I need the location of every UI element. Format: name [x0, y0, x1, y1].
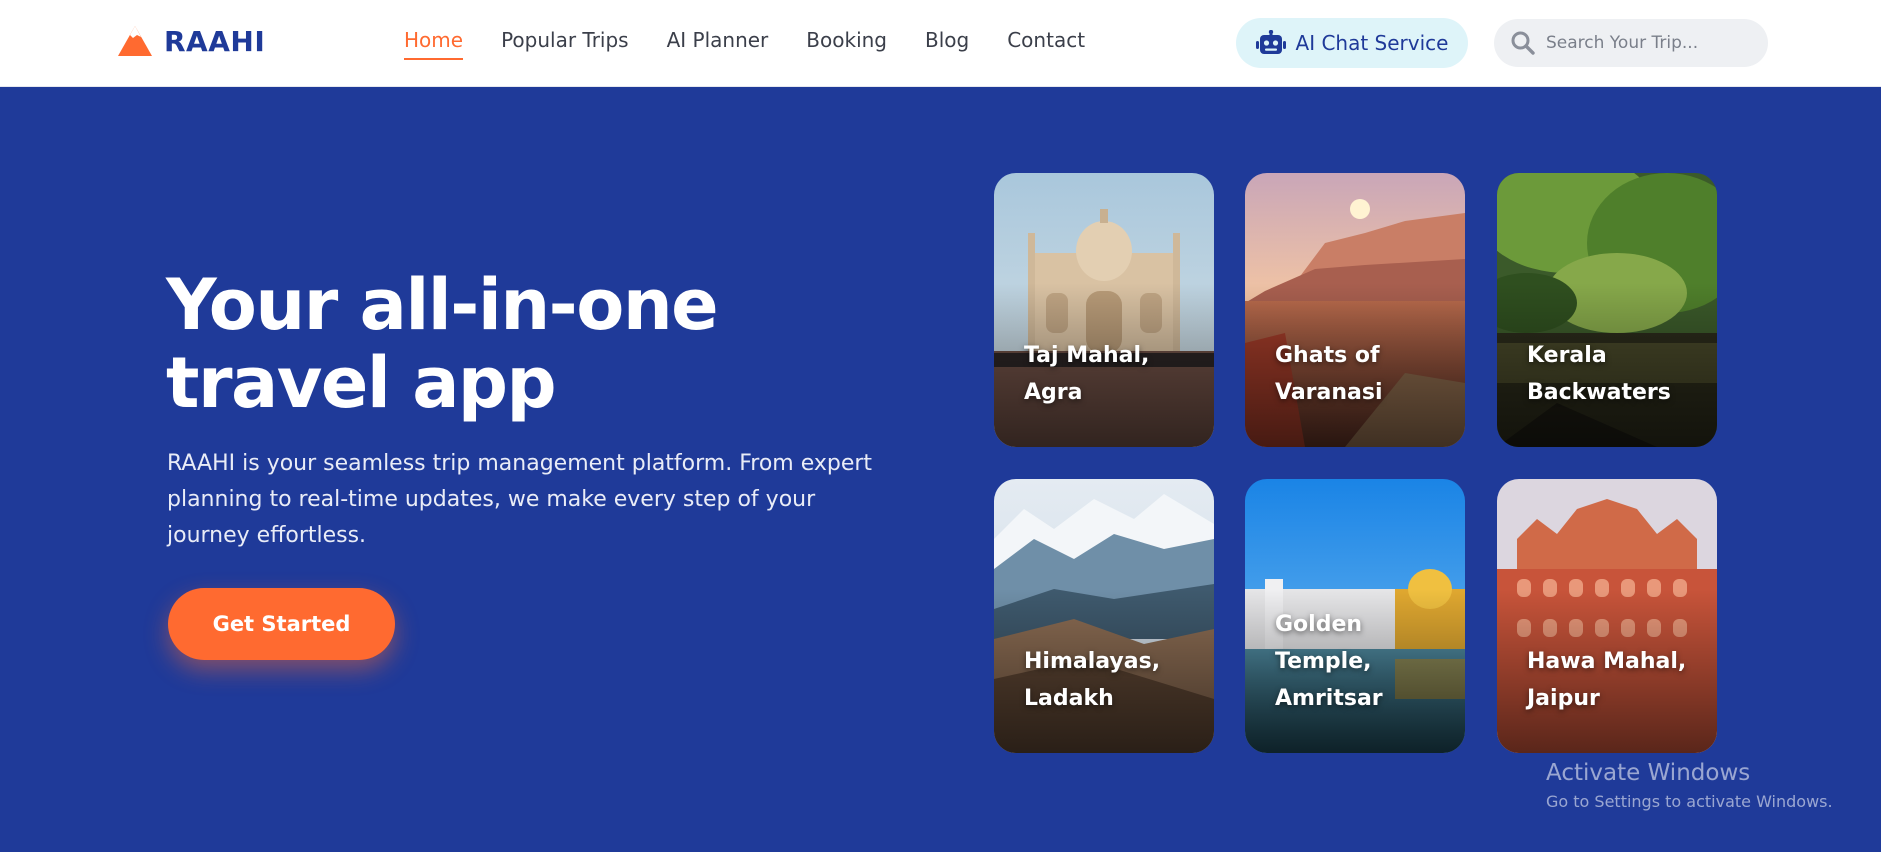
destination-card-kerala[interactable]: Kerala Backwaters	[1497, 173, 1717, 447]
destination-card-golden-temple[interactable]: Golden Temple, Amritsar	[1245, 479, 1465, 753]
main-menu: Home Popular Trips AI Planner Booking Bl…	[404, 28, 1085, 60]
get-started-button[interactable]: Get Started	[168, 588, 395, 660]
brand-logo[interactable]: RAAHI	[116, 24, 265, 58]
nav-item-contact[interactable]: Contact	[1007, 28, 1085, 60]
nav-item-blog[interactable]: Blog	[925, 28, 969, 60]
search-icon	[1511, 31, 1535, 55]
ai-chat-label: AI Chat Service	[1295, 31, 1449, 55]
search-input[interactable]	[1546, 33, 1746, 53]
robot-icon	[1255, 30, 1286, 54]
search-bar[interactable]	[1494, 19, 1768, 67]
destination-card-hawa-mahal[interactable]: Hawa Mahal, Jaipur	[1497, 479, 1717, 753]
watermark-title: Activate Windows	[1546, 760, 1751, 786]
nav-item-home[interactable]: Home	[404, 28, 464, 60]
destination-label: Hawa Mahal, Jaipur	[1527, 649, 1687, 711]
destination-card-himalayas[interactable]: Himalayas, Ladakh	[994, 479, 1214, 753]
top-navbar: RAAHI Home Popular Trips AI Planner Book…	[0, 0, 1881, 87]
hero-description: RAAHI is your seamless trip management p…	[167, 451, 873, 548]
nav-item-popular-trips[interactable]: Popular Trips	[501, 28, 629, 60]
destination-card-taj-mahal[interactable]: Taj Mahal, Agra	[994, 173, 1214, 447]
destination-card-varanasi[interactable]: Ghats of Varanasi	[1245, 173, 1465, 447]
mountain-logo-icon	[118, 26, 152, 56]
destination-label: Kerala Backwaters	[1527, 343, 1671, 405]
nav-item-booking[interactable]: Booking	[806, 28, 887, 60]
hero-title-line-1: Your all-in-one	[166, 264, 719, 346]
destination-label: Himalayas, Ladakh	[1024, 649, 1161, 711]
windows-activation-watermark: Activate Windows Go to Settings to activ…	[1546, 760, 1833, 811]
destination-label: Golden Temple, Amritsar	[1275, 612, 1383, 711]
hero-title: Your all-in-one travel app	[166, 266, 786, 422]
hero-title-line-2: travel app	[166, 342, 557, 424]
brand-name: RAAHI	[164, 24, 266, 58]
ai-chat-button[interactable]: AI Chat Service	[1236, 18, 1468, 68]
destination-label: Ghats of Varanasi	[1275, 343, 1383, 405]
destination-label: Taj Mahal, Agra	[1024, 343, 1150, 405]
nav-item-ai-planner[interactable]: AI Planner	[667, 28, 769, 60]
watermark-subtitle: Go to Settings to activate Windows.	[1546, 792, 1833, 811]
